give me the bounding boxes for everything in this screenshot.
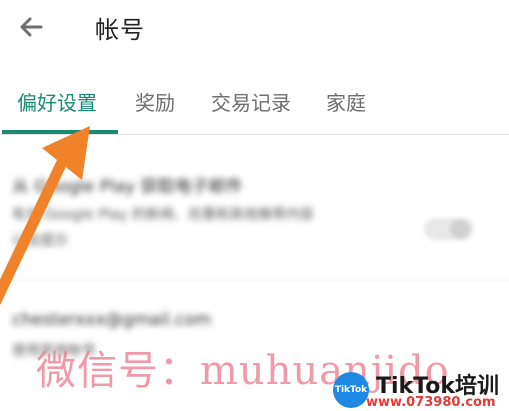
brand-url: www.073980.com (366, 395, 496, 410)
tiktok-logo-icon: TikTok (333, 372, 369, 408)
